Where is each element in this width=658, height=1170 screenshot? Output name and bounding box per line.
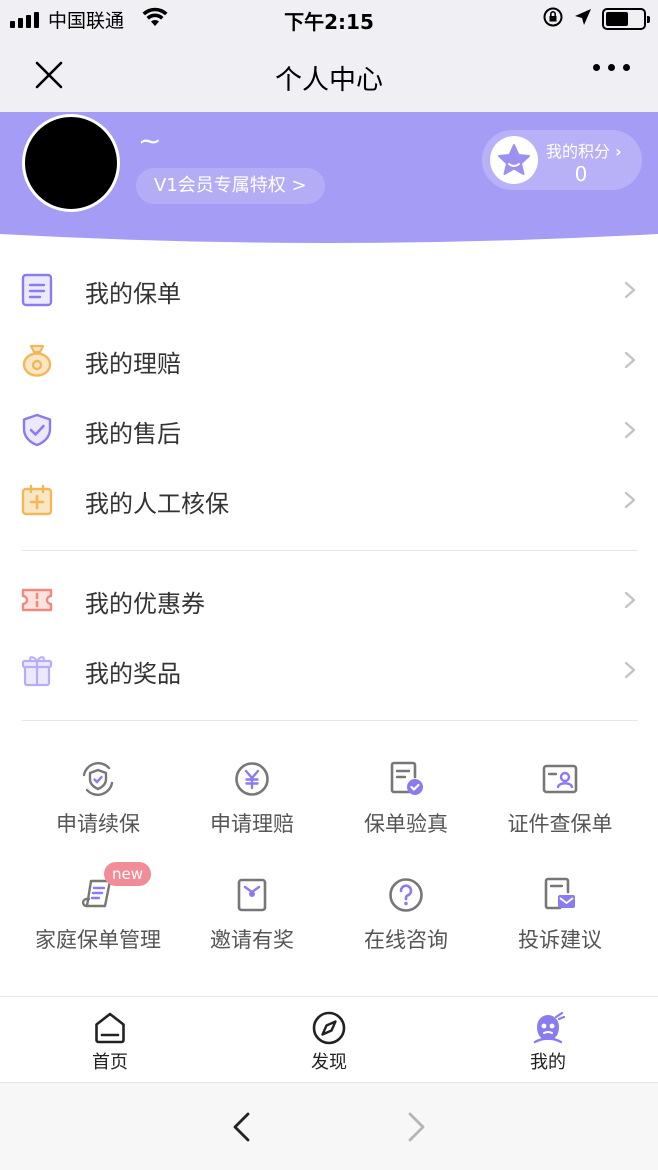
menu-item-label: 我的理赔 (85, 350, 181, 378)
tab-home[interactable]: 首页 (50, 997, 170, 1083)
points-chevron-icon: › (615, 142, 622, 161)
medical-kit-icon (20, 483, 54, 517)
shortcut-label: 邀请有奖 (210, 928, 294, 952)
shortcut-online-consult[interactable]: 在线咨询 (329, 866, 483, 982)
id-card-icon (541, 760, 579, 798)
tab-discover[interactable]: 发现 (269, 997, 389, 1083)
section-divider (22, 550, 638, 551)
avatar[interactable] (22, 114, 120, 212)
shortcut-invite-reward[interactable]: 邀请有奖 (175, 866, 329, 982)
policy-icon (20, 273, 54, 307)
chevron-right-icon (624, 281, 636, 299)
gift-icon (20, 653, 54, 687)
shortcut-grid: 申请续保 申请理赔 保单验真 证件查保单 家庭保单管理 邀请有奖 在线咨询 投诉… (0, 750, 658, 982)
shortcut-apply-claim[interactable]: 申请理赔 (175, 750, 329, 866)
tab-label: 发现 (311, 1052, 347, 1073)
nav-bar: 个人中心 (0, 36, 658, 112)
page-title: 个人中心 (275, 65, 383, 96)
shortcut-label: 家庭保单管理 (35, 928, 161, 952)
shortcut-complaint[interactable]: 投诉建议 (483, 866, 637, 982)
browser-toolbar (0, 1082, 658, 1170)
menu-item-label: 我的人工核保 (85, 490, 229, 518)
chevron-right-icon (624, 351, 636, 369)
vip-privilege-button[interactable]: V1会员专属特权 > (136, 168, 325, 204)
shortcut-renew-policy[interactable]: 申请续保 (21, 750, 175, 866)
menu-item-label: 我的售后 (85, 420, 181, 448)
shortcut-label: 申请续保 (56, 812, 140, 836)
compass-icon (312, 1011, 346, 1045)
shortcut-label: 证件查保单 (507, 812, 613, 836)
coupon-icon (20, 583, 54, 617)
menu-item-my-policies[interactable]: 我的保单 (0, 255, 658, 325)
invite-icon (233, 876, 271, 914)
status-bar: 中国联通 下午2:15 (0, 0, 658, 36)
menu-item-label: 我的保单 (85, 280, 181, 308)
new-badge: new (104, 862, 152, 886)
star-icon (490, 136, 538, 184)
chevron-right-icon (624, 421, 636, 439)
tab-bar: 首页 发现 我的 (0, 996, 658, 1082)
shortcut-row: 家庭保单管理 邀请有奖 在线咨询 投诉建议 (0, 866, 658, 982)
shield-check-icon (20, 413, 54, 447)
forward-arrow-icon[interactable] (404, 1111, 428, 1143)
tab-label: 首页 (92, 1052, 128, 1073)
user-nickname: ~ (138, 124, 162, 157)
complaint-icon (541, 876, 579, 914)
menu-item-label: 我的优惠券 (85, 590, 205, 618)
menu-item-manual-underwriting[interactable]: 我的人工核保 (0, 465, 658, 535)
menu-item-label: 我的奖品 (85, 660, 181, 688)
location-arrow-icon (574, 8, 592, 30)
menu-item-after-sales[interactable]: 我的售后 (0, 395, 658, 465)
battery-icon (602, 8, 650, 30)
home-icon (93, 1011, 127, 1045)
shortcut-row: 申请续保 申请理赔 保单验真 证件查保单 (0, 750, 658, 866)
points-value: 0 (574, 162, 588, 186)
shortcut-verify-policy[interactable]: 保单验真 (329, 750, 483, 866)
rotation-lock-icon (542, 6, 564, 32)
shortcut-family-policy[interactable]: 家庭保单管理 (21, 866, 175, 982)
shortcut-label: 申请理赔 (210, 812, 294, 836)
chevron-right-icon (624, 661, 636, 679)
chevron-right-icon (624, 491, 636, 509)
menu-item-my-prizes[interactable]: 我的奖品 (0, 635, 658, 705)
my-points-button[interactable]: 我的积分 › 0 (482, 130, 642, 190)
section-divider (22, 720, 638, 721)
mascot-face-icon (531, 1011, 566, 1045)
verify-doc-icon (387, 760, 425, 798)
tab-label: 我的 (530, 1052, 566, 1073)
shortcut-label: 保单验真 (364, 812, 448, 836)
more-options-icon[interactable] (593, 64, 630, 71)
renew-shield-icon (79, 760, 117, 798)
yen-circle-icon (233, 760, 271, 798)
shortcut-id-policy-lookup[interactable]: 证件查保单 (483, 750, 637, 866)
menu-item-my-claims[interactable]: 我的理赔 (0, 325, 658, 395)
claim-bag-icon (20, 343, 54, 377)
back-arrow-icon[interactable] (230, 1111, 254, 1143)
tab-mine[interactable]: 我的 (488, 997, 608, 1083)
question-circle-icon (387, 876, 425, 914)
points-label: 我的积分 (546, 142, 611, 161)
chevron-right-icon (624, 591, 636, 609)
shortcut-label: 在线咨询 (364, 928, 448, 952)
menu-item-my-coupons[interactable]: 我的优惠券 (0, 565, 658, 635)
profile-header: ~ V1会员专属特权 > 我的积分 › 0 (0, 112, 658, 244)
menu-group-rewards: 我的优惠券 我的奖品 (0, 565, 658, 705)
shortcut-label: 投诉建议 (518, 928, 602, 952)
menu-group-main: 我的保单 我的理赔 我的售后 我的人工核保 (0, 255, 658, 535)
